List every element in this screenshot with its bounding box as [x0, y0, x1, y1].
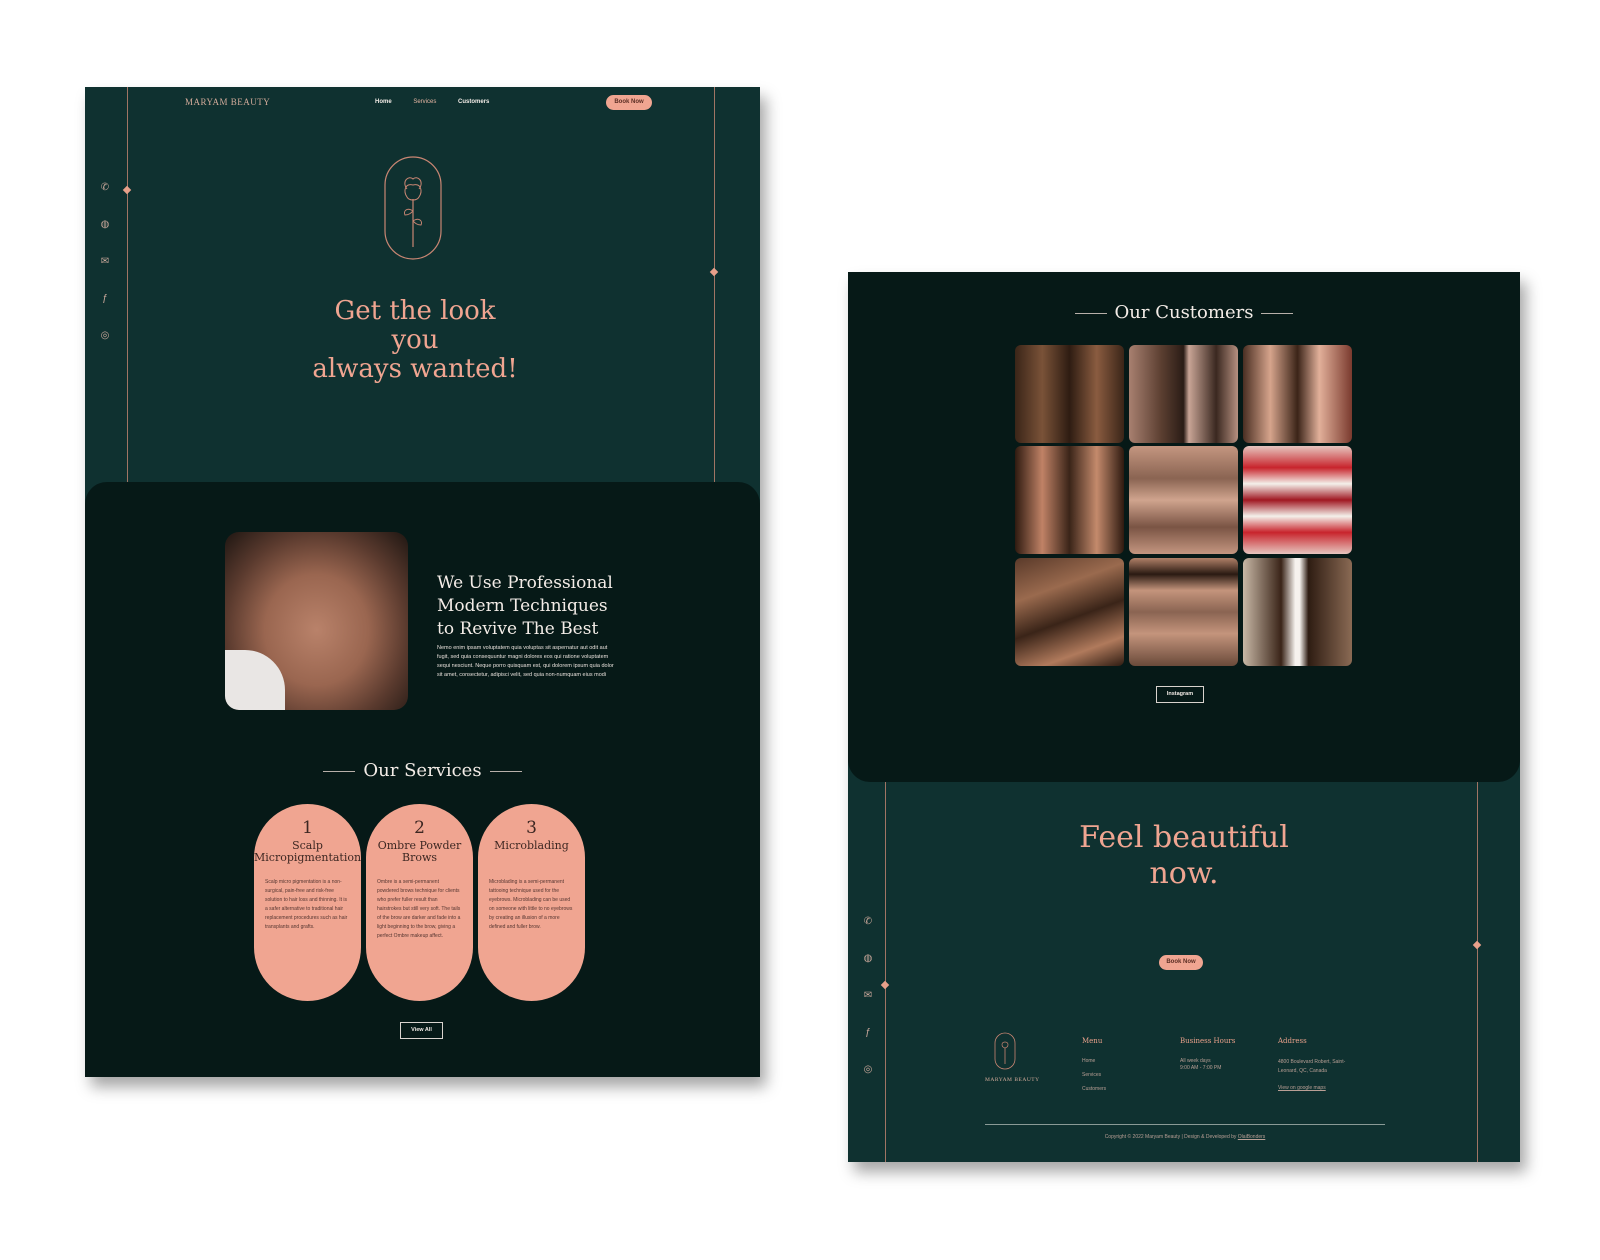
cta-line-2: now.: [1149, 856, 1219, 891]
customer-photo[interactable]: [1015, 345, 1124, 443]
footer-link-customers[interactable]: Customers: [1082, 1082, 1106, 1096]
service-description: Ombre is a semi-permanent powdered brows…: [377, 879, 461, 939]
footer-hours-time: 9:00 AM - 7:00 PM: [1180, 1065, 1222, 1071]
service-description: Microblading is a semi-permanent tattooi…: [489, 879, 573, 930]
service-number: 3: [526, 818, 537, 838]
decor-line: [1477, 782, 1478, 1162]
view-all-button[interactable]: View All: [400, 1022, 443, 1039]
social-bar: ✆ ◍ ✉ ƒ ◎: [85, 183, 125, 368]
nav-home[interactable]: Home: [375, 99, 392, 105]
about-title: We Use Professional Modern Techniques to…: [437, 572, 613, 641]
customer-photo[interactable]: [1243, 558, 1352, 666]
footer-link-home[interactable]: Home: [1082, 1054, 1106, 1068]
social-bar: ✆ ◍ ✉ ƒ ◎: [848, 917, 888, 1102]
service-number: 1: [302, 818, 313, 838]
hero-line-3: always wanted!: [312, 354, 518, 384]
nav-services[interactable]: Services: [413, 99, 436, 105]
footer-hours: All week days 9:00 AM - 7:00 PM: [1180, 1058, 1221, 1072]
footer-rose-logo-icon: [994, 1032, 1016, 1070]
google-maps-link[interactable]: View on google maps: [1278, 1084, 1345, 1093]
hero-line-2: you: [391, 325, 439, 355]
customer-photo[interactable]: [1129, 446, 1238, 554]
service-name: Ombre Powder Brows: [377, 839, 462, 864]
instagram-button[interactable]: Instagram: [1156, 686, 1204, 703]
customer-photo[interactable]: [1129, 558, 1238, 666]
cta-line-1: Feel beautiful: [1079, 820, 1289, 855]
instagram-icon[interactable]: ◎: [848, 1065, 888, 1102]
footer-brand: MARYAM BEAUTY: [985, 1077, 1040, 1083]
main-nav: Home Services Customers: [375, 99, 509, 105]
customer-photo[interactable]: [1243, 345, 1352, 443]
brand-logo[interactable]: MARYAM BEAUTY: [185, 97, 270, 107]
mail-icon[interactable]: ✉: [85, 257, 125, 294]
phone-icon[interactable]: ✆: [85, 183, 125, 220]
copyright: Copyright © 2022 Maryam Beauty | Design …: [985, 1130, 1385, 1144]
service-card[interactable]: 2 Ombre Powder Brows Ombre is a semi-per…: [366, 804, 473, 1001]
service-description: Scalp micro pigmentation is a non-surgic…: [265, 879, 348, 930]
footer-link-services[interactable]: Services: [1082, 1068, 1106, 1082]
facebook-icon[interactable]: ƒ: [848, 1028, 888, 1065]
decor-line: [714, 87, 715, 482]
about-body: Nemo enim ipsam voluptatem quia voluptas…: [437, 645, 614, 678]
footer-hours-days: All week days: [1180, 1058, 1211, 1064]
footer-address-line: Leonard, QC, Canada: [1278, 1068, 1327, 1074]
hero-line-1: Get the look: [334, 296, 496, 326]
developer-link[interactable]: OlaiBonders: [1238, 1134, 1266, 1140]
customers-heading-text: Our Customers: [1114, 302, 1254, 323]
decor-diamond: [709, 267, 719, 277]
service-card[interactable]: 1 Scalp Micropigmentation Scalp micro pi…: [254, 804, 361, 1001]
footer-address-title: Address: [1278, 1037, 1307, 1045]
customer-photo[interactable]: [1015, 558, 1124, 666]
cta-title: Feel beautiful now.: [1004, 820, 1364, 892]
services-heading-text: Our Services: [363, 760, 482, 781]
rose-logo-icon: [384, 156, 442, 260]
homepage-mockup: ✆ ◍ ✉ ƒ ◎ MARYAM BEAUTY Home Services Cu…: [85, 87, 760, 1077]
nav-customers[interactable]: Customers: [458, 99, 489, 105]
model-portrait-image: [225, 532, 408, 710]
about-title-line: to Revive The Best: [437, 619, 599, 639]
footer-address-line: 4800 Boulevard Robert, Saint-: [1278, 1059, 1346, 1065]
services-heading: Our Services: [85, 760, 760, 781]
content-panel: We Use Professional Modern Techniques to…: [85, 482, 760, 1077]
footer-menu: Home Services Customers: [1082, 1054, 1106, 1096]
customers-page-mockup: ✆ ◍ ✉ ƒ ◎ Our Customers Instagram Feel b…: [848, 272, 1520, 1162]
customers-heading: Our Customers: [848, 302, 1520, 323]
service-number: 2: [414, 818, 425, 838]
collar-shape: [225, 650, 285, 710]
service-card[interactable]: 3 Microblading Microblading is a semi-pe…: [478, 804, 585, 1001]
globe-icon[interactable]: ◍: [848, 954, 888, 991]
facebook-icon[interactable]: ƒ: [85, 294, 125, 331]
decor-diamond: [1472, 940, 1482, 950]
mail-icon[interactable]: ✉: [848, 991, 888, 1028]
customers-panel: Our Customers Instagram: [848, 272, 1520, 782]
service-name: Microblading: [494, 839, 569, 852]
book-now-button[interactable]: Book Now: [606, 95, 652, 110]
instagram-icon[interactable]: ◎: [85, 331, 125, 368]
hero-title: Get the look you always wanted!: [255, 297, 575, 384]
decor-line: [127, 87, 128, 482]
footer-menu-title: Menu: [1082, 1037, 1103, 1045]
about-title-line: We Use Professional: [437, 573, 613, 593]
footer-hours-title: Business Hours: [1180, 1037, 1236, 1045]
phone-icon[interactable]: ✆: [848, 917, 888, 954]
customer-photo[interactable]: [1015, 446, 1124, 554]
footer-address: 4800 Boulevard Robert, Saint- Leonard, Q…: [1278, 1058, 1345, 1093]
cta-book-now-button[interactable]: Book Now: [1159, 955, 1203, 970]
about-title-line: Modern Techniques: [437, 596, 608, 616]
customer-photo[interactable]: [1243, 446, 1352, 554]
footer-divider: [985, 1124, 1385, 1125]
globe-icon[interactable]: ◍: [85, 220, 125, 257]
service-name: Scalp Micropigmentation: [254, 839, 362, 864]
customer-photo[interactable]: [1129, 345, 1238, 443]
copyright-text: Copyright © 2022 Maryam Beauty | Design …: [1104, 1134, 1237, 1140]
